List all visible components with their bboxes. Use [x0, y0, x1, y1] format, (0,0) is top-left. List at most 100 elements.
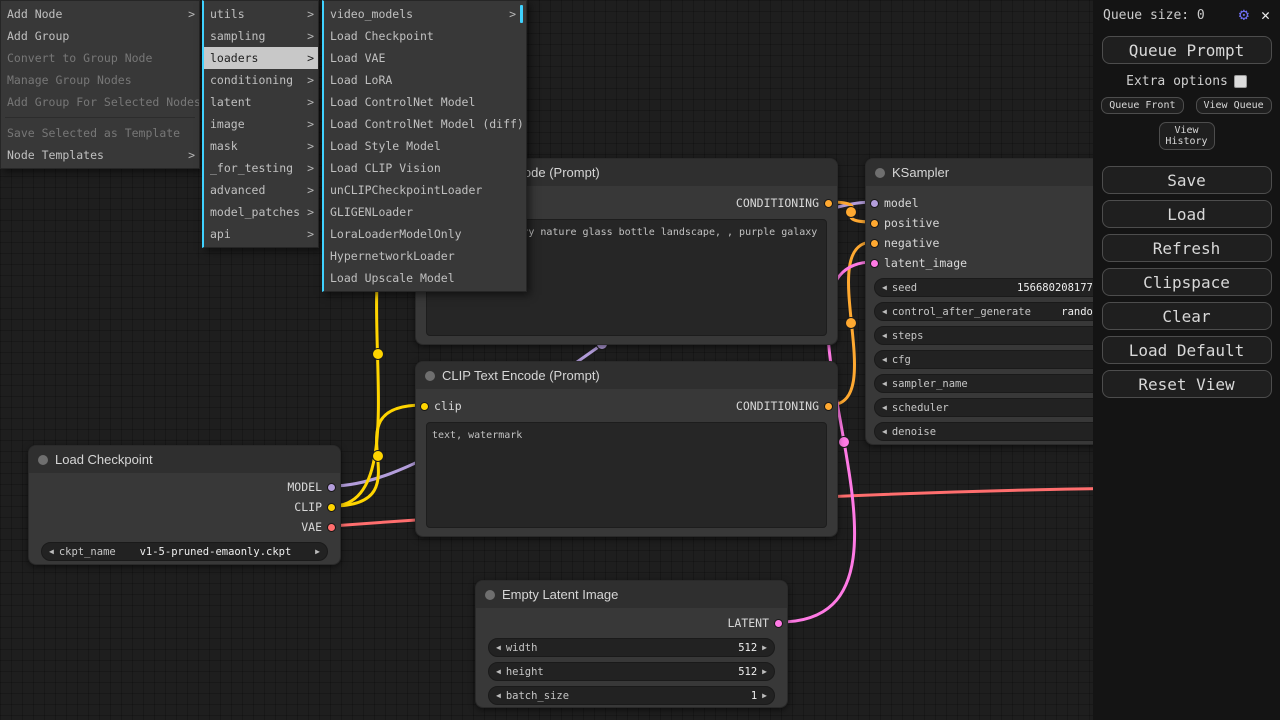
widget-ckpt-name[interactable]: ◀ ckpt_name v1-5-pruned-emaonly.ckpt ▶ [41, 542, 328, 561]
menu-item-mask[interactable]: mask > [204, 135, 318, 157]
menu-item-manage-group-nodes[interactable]: Manage Group Nodes [1, 69, 199, 91]
widget-value: v1-5-pruned-emaonly.ckpt [140, 546, 292, 558]
input-port-negative[interactable] [870, 239, 879, 248]
decrement-arrow-icon[interactable]: ◀ [882, 403, 887, 412]
node-clip-text-encode-2[interactable]: CLIP Text Encode (Prompt) clip CONDITION… [415, 361, 838, 537]
widget-batch-size[interactable]: ◀ batch_size 1 ▶ [488, 686, 775, 705]
collapse-dot-icon[interactable] [485, 590, 495, 600]
submenu-arrow-icon: > [188, 3, 195, 25]
load-default-button[interactable]: Load Default [1102, 336, 1272, 364]
increment-arrow-icon[interactable]: ▶ [762, 691, 767, 700]
decrement-arrow-icon[interactable]: ◀ [882, 307, 887, 316]
extra-options-label: Extra options [1126, 74, 1228, 89]
menu-item-load-controlnet-model-diff[interactable]: Load ControlNet Model (diff) [324, 113, 526, 135]
node-empty-latent-image[interactable]: Empty Latent Image LATENT ◀ width 512 ▶ … [475, 580, 788, 708]
input-port-latent-image[interactable] [870, 259, 879, 268]
node-title-bar[interactable]: Load Checkpoint [29, 446, 340, 473]
input-port-clip[interactable] [420, 402, 429, 411]
widget-width[interactable]: ◀ width 512 ▶ [488, 638, 775, 657]
menu-item-label: api [210, 227, 231, 241]
decrement-arrow-icon[interactable]: ◀ [496, 643, 501, 652]
view-history-row: View History [1093, 122, 1280, 150]
increment-arrow-icon[interactable]: ▶ [762, 667, 767, 676]
decrement-arrow-icon[interactable]: ◀ [49, 547, 54, 556]
menu-item-lora-loader-model-only[interactable]: LoraLoaderModelOnly [324, 223, 526, 245]
menu-item-latent[interactable]: latent > [204, 91, 318, 113]
menu-item-load-vae[interactable]: Load VAE [324, 47, 526, 69]
menu-item-gligen-loader[interactable]: GLIGENLoader [324, 201, 526, 223]
decrement-arrow-icon[interactable]: ◀ [496, 667, 501, 676]
menu-item-save-selected-as-template[interactable]: Save Selected as Template [1, 122, 199, 144]
close-panel-icon[interactable]: ✕ [1261, 8, 1270, 23]
menu-item-load-clip-vision[interactable]: Load CLIP Vision [324, 157, 526, 179]
menu-item-add-group-for-selected-nodes[interactable]: Add Group For Selected Nodes [1, 91, 199, 113]
node-title-bar[interactable]: Empty Latent Image [476, 581, 787, 608]
queue-prompt-button[interactable]: Queue Prompt [1102, 36, 1272, 64]
menu-item-add-group[interactable]: Add Group [1, 25, 199, 47]
output-port-vae[interactable] [327, 523, 336, 532]
output-port-latent[interactable] [774, 619, 783, 628]
output-port-clip[interactable] [327, 503, 336, 512]
clear-button[interactable]: Clear [1102, 302, 1272, 330]
collapse-dot-icon[interactable] [38, 455, 48, 465]
menu-item-image[interactable]: image > [204, 113, 318, 135]
view-history-label-line1: View [1160, 125, 1214, 136]
prompt-textarea[interactable]: text, watermark [426, 422, 827, 528]
increment-arrow-icon[interactable]: ▶ [315, 547, 320, 556]
menu-item-for-testing[interactable]: _for_testing > [204, 157, 318, 179]
collapse-dot-icon[interactable] [875, 168, 885, 178]
view-queue-button[interactable]: View Queue [1196, 97, 1272, 114]
link-midpoint-dot[interactable] [846, 207, 857, 218]
menu-item-unclip-checkpoint-loader[interactable]: unCLIPCheckpointLoader [324, 179, 526, 201]
queue-front-button[interactable]: Queue Front [1101, 97, 1183, 114]
menu-item-load-upscale-model[interactable]: Load Upscale Model [324, 267, 526, 289]
menu-item-load-checkpoint[interactable]: Load Checkpoint [324, 25, 526, 47]
decrement-arrow-icon[interactable]: ◀ [496, 691, 501, 700]
link-midpoint-dot[interactable] [839, 437, 850, 448]
menu-item-conditioning[interactable]: conditioning > [204, 69, 318, 91]
settings-gear-icon[interactable]: ⚙ [1239, 7, 1249, 24]
menu-item-api[interactable]: api > [204, 223, 318, 245]
menu-item-loaders[interactable]: loaders > [204, 47, 318, 69]
view-history-button[interactable]: View History [1159, 122, 1215, 150]
menu-item-sampling[interactable]: sampling > [204, 25, 318, 47]
input-port-model[interactable] [870, 199, 879, 208]
refresh-button[interactable]: Refresh [1102, 234, 1272, 262]
decrement-arrow-icon[interactable]: ◀ [882, 331, 887, 340]
clipspace-button[interactable]: Clipspace [1102, 268, 1272, 296]
link-midpoint-dot[interactable] [846, 318, 857, 329]
output-port-model[interactable] [327, 483, 336, 492]
widget-height[interactable]: ◀ height 512 ▶ [488, 662, 775, 681]
increment-arrow-icon[interactable]: ▶ [762, 643, 767, 652]
extra-options-checkbox[interactable] [1234, 75, 1247, 88]
menu-item-load-controlnet-model[interactable]: Load ControlNet Model [324, 91, 526, 113]
menu-item-label: image [210, 117, 245, 131]
output-port-conditioning[interactable] [824, 402, 833, 411]
widget-label: control_after_generate [892, 306, 1031, 318]
menu-item-advanced[interactable]: advanced > [204, 179, 318, 201]
submenu-arrow-icon: > [307, 113, 314, 135]
input-port-positive[interactable] [870, 219, 879, 228]
decrement-arrow-icon[interactable]: ◀ [882, 283, 887, 292]
menu-item-convert-to-group-node[interactable]: Convert to Group Node [1, 47, 199, 69]
collapse-dot-icon[interactable] [425, 371, 435, 381]
decrement-arrow-icon[interactable]: ◀ [882, 355, 887, 364]
menu-item-video-models[interactable]: video_models > [324, 3, 526, 25]
decrement-arrow-icon[interactable]: ◀ [882, 427, 887, 436]
menu-item-load-style-model[interactable]: Load Style Model [324, 135, 526, 157]
link-midpoint-dot[interactable] [373, 349, 384, 360]
save-button[interactable]: Save [1102, 166, 1272, 194]
reset-view-button[interactable]: Reset View [1102, 370, 1272, 398]
menu-item-node-templates[interactable]: Node Templates > [1, 144, 199, 166]
menu-item-add-node[interactable]: Add Node > [1, 3, 199, 25]
menu-item-load-lora[interactable]: Load LoRA [324, 69, 526, 91]
node-title-bar[interactable]: CLIP Text Encode (Prompt) [416, 362, 837, 389]
node-load-checkpoint[interactable]: Load Checkpoint MODEL CLIP VAE ◀ ckpt_na… [28, 445, 341, 565]
link-midpoint-dot[interactable] [373, 451, 384, 462]
output-port-conditioning[interactable] [824, 199, 833, 208]
menu-item-hypernetwork-loader[interactable]: HypernetworkLoader [324, 245, 526, 267]
load-button[interactable]: Load [1102, 200, 1272, 228]
menu-item-utils[interactable]: utils > [204, 3, 318, 25]
decrement-arrow-icon[interactable]: ◀ [882, 379, 887, 388]
menu-item-model-patches[interactable]: model_patches > [204, 201, 318, 223]
